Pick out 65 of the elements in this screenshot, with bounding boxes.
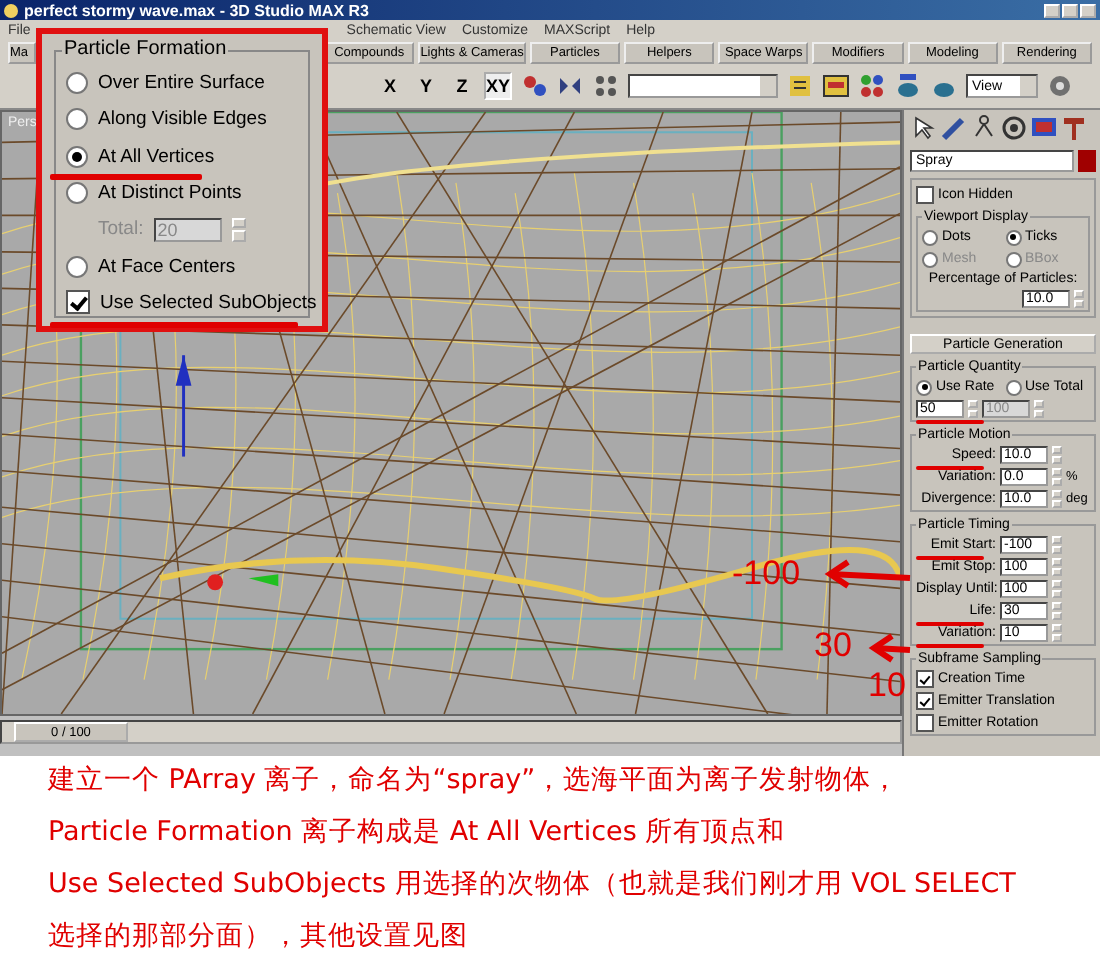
arrow: [868, 633, 911, 663]
checkbox[interactable]: [66, 290, 90, 315]
radio-label: At All Vertices: [98, 145, 215, 168]
underline-mark: [916, 466, 984, 470]
spinner-arrows-icon[interactable]: [1052, 468, 1062, 486]
group-title: Particle Formation: [62, 38, 229, 60]
checkbox[interactable]: [916, 186, 934, 204]
radio-button[interactable]: [916, 379, 932, 395]
spinner-arrows-icon[interactable]: [1052, 580, 1062, 598]
radio-label: At Distinct Points: [98, 181, 242, 204]
spinner-arrows-icon[interactable]: [231, 217, 246, 242]
caption-text: 建立一个 PArray 离子，命名为“spray”，选海平面为离子发射物体，: [48, 764, 902, 796]
mirror-icon[interactable]: [556, 72, 584, 100]
spinner-arrows-icon[interactable]: [1034, 400, 1044, 418]
radio-button[interactable]: [66, 145, 88, 168]
arrow: [824, 559, 911, 589]
spinner-arrows-icon[interactable]: [1052, 536, 1062, 554]
caption-text: Particle Formation 离子构成是 At All Vertices 所有顶点和: [48, 816, 788, 848]
radio-label: Along Visible Edges: [98, 108, 267, 131]
radio-button[interactable]: [66, 72, 88, 95]
caption-text: 选择的那部分面），其他设置见图: [48, 920, 470, 952]
minimize-button[interactable]: [1044, 3, 1060, 17]
radio-button[interactable]: [1005, 229, 1021, 245]
radio-button[interactable]: [1005, 379, 1021, 395]
app-icon: [4, 3, 18, 17]
spinner-arrows-icon[interactable]: [1052, 490, 1062, 508]
radio-button[interactable]: [922, 229, 938, 245]
selection-dropdown[interactable]: [628, 74, 778, 98]
underline-mark: [916, 644, 984, 648]
checkbox[interactable]: [916, 692, 934, 710]
circle-icon[interactable]: [1000, 114, 1028, 142]
checkbox[interactable]: [916, 714, 934, 732]
toolbar-icon[interactable]: [520, 72, 548, 100]
underline-mark: [916, 420, 984, 424]
spinner-arrows-icon[interactable]: [1052, 446, 1062, 464]
hierarchy-icon[interactable]: [970, 114, 998, 142]
radio-label: At Face Centers: [98, 255, 236, 278]
array-icon[interactable]: [592, 72, 620, 100]
window-title: perfect stormy wave.max - 3D Studio MAX R3: [24, 1, 369, 19]
spinner-arrows-icon[interactable]: [1074, 290, 1084, 308]
list-icon[interactable]: [786, 72, 814, 100]
close-button[interactable]: [1080, 3, 1096, 17]
object-color-swatch[interactable]: [1078, 150, 1096, 172]
spinner-arrows-icon[interactable]: [1052, 558, 1062, 576]
field-label: Total:: [98, 218, 144, 241]
render-icon[interactable]: [1046, 72, 1074, 100]
spinner-arrows-icon[interactable]: [968, 400, 978, 418]
checkbox[interactable]: [916, 670, 934, 688]
radio-label: Over Entire Surface: [98, 72, 265, 95]
radio-button[interactable]: [66, 108, 88, 131]
underline-mark: [916, 622, 984, 626]
monitor-icon[interactable]: [1030, 114, 1058, 142]
radio-button[interactable]: [66, 181, 88, 204]
underline-mark: [916, 556, 984, 560]
cursor-icon[interactable]: [910, 114, 938, 142]
caption-text: Use Selected SubObjects 用选择的次物体（也就是我们刚才用 VOL SELECT: [48, 868, 1018, 900]
checkbox-label: Use Selected SubObjects: [100, 291, 317, 314]
spinner-arrows-icon[interactable]: [1052, 624, 1062, 642]
material-icon[interactable]: [858, 72, 886, 100]
spinner-arrows-icon[interactable]: [1052, 602, 1062, 620]
radio-button[interactable]: [66, 255, 88, 278]
axis-button[interactable]: XY: [484, 72, 512, 100]
maximize-button[interactable]: [1062, 3, 1078, 17]
window-icon[interactable]: [822, 72, 850, 100]
brush-icon[interactable]: [940, 114, 968, 142]
